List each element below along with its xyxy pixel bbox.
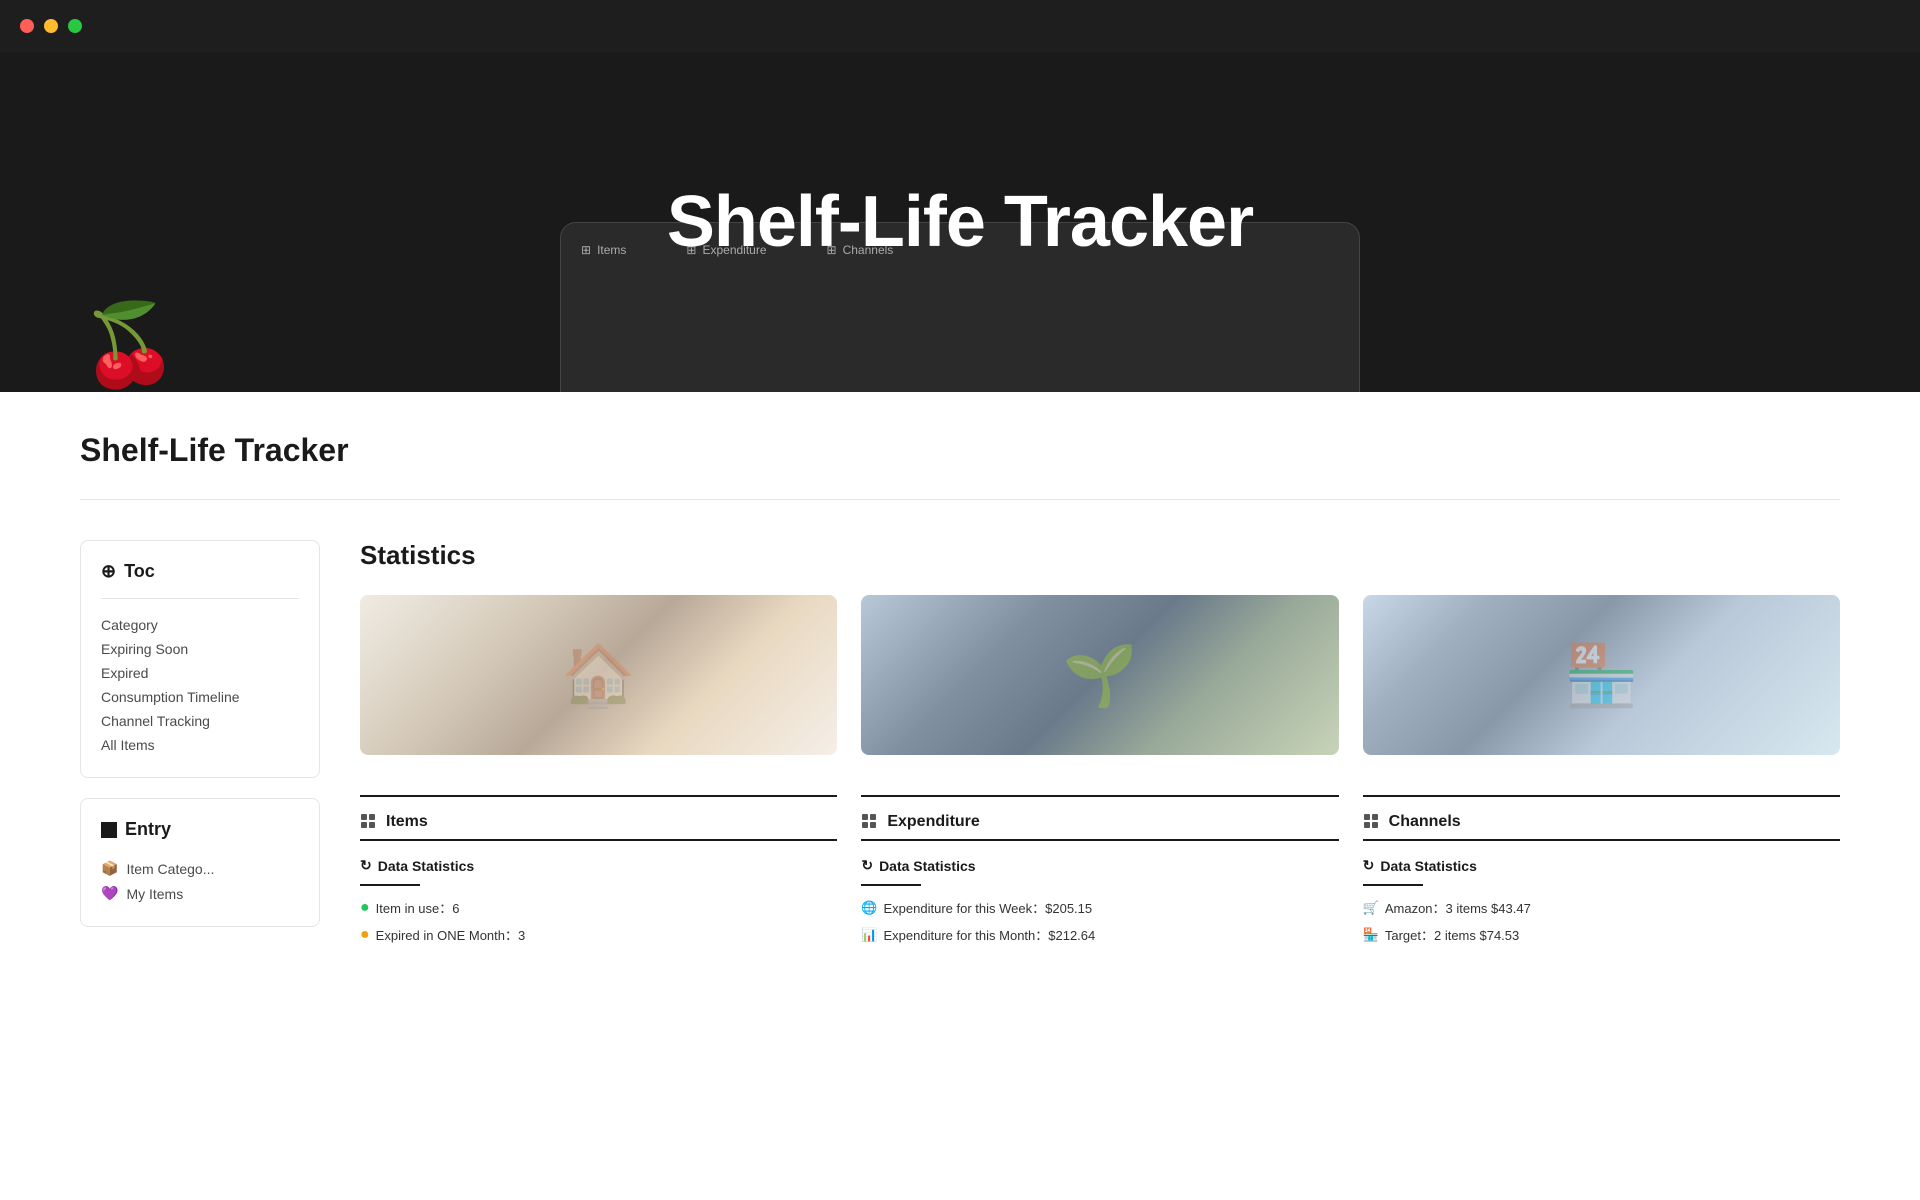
items-data-divider xyxy=(360,884,420,886)
entry-item-my-items[interactable]: 💜 My Items xyxy=(101,881,299,906)
orange-dot-0: ● xyxy=(360,926,370,944)
kitchen-image xyxy=(360,595,837,755)
category-emoji: 📦 xyxy=(101,860,118,877)
toc-card: ⊕ Toc Category Expiring Soon Expired Con… xyxy=(80,540,320,778)
amazon-icon: 🛒 xyxy=(1363,900,1379,916)
expenditure-icon-0: 🌐 xyxy=(861,900,877,916)
stats-columns: Items ↻ Data Statistics ● Item in use：6 … xyxy=(360,795,1840,952)
channels-column: Channels ↻ Data Statistics 🛒 Amazon：3 it… xyxy=(1363,795,1840,952)
channels-grid-icon xyxy=(1363,813,1381,831)
sidebar-item-all-items[interactable]: All Items xyxy=(101,733,299,757)
items-column-header: Items xyxy=(360,813,837,841)
entry-item-category[interactable]: 📦 Item Catego... xyxy=(101,856,299,881)
sidebar-item-consumption-timeline[interactable]: Consumption Timeline xyxy=(101,685,299,709)
image-row xyxy=(360,595,1840,755)
entry-icon xyxy=(101,822,117,838)
entry-title: Entry xyxy=(101,819,299,840)
expenditure-refresh-icon: ↻ xyxy=(861,857,873,874)
main-divider xyxy=(80,499,1840,500)
my-items-emoji: 💜 xyxy=(101,885,118,902)
maximize-button[interactable] xyxy=(68,19,82,33)
mockup-tab-items: ⊞Items xyxy=(581,243,626,257)
statistics-title: Statistics xyxy=(360,540,1840,571)
expenditure-icon-1: 📊 xyxy=(861,927,877,943)
channels-data-divider xyxy=(1363,884,1423,886)
sidebar-item-channel-tracking[interactable]: Channel Tracking xyxy=(101,709,299,733)
expenditure-column-header: Expenditure xyxy=(861,813,1338,841)
expenditure-column-label: Expenditure xyxy=(887,813,979,831)
expenditure-grid-icon xyxy=(861,813,879,831)
channels-column-header: Channels xyxy=(1363,813,1840,841)
hero-banner: Shelf-Life Tracker ⊞Items ⊞Expenditure ⊞… xyxy=(0,52,1920,392)
toc-divider xyxy=(101,598,299,599)
title-bar xyxy=(0,0,1920,52)
entry-card: Entry 📦 Item Catego... 💜 My Items xyxy=(80,798,320,927)
items-refresh-icon: ↻ xyxy=(360,857,372,874)
coins-image xyxy=(861,595,1338,755)
target-icon: 🏪 xyxy=(1363,927,1379,943)
channels-column-label: Channels xyxy=(1389,813,1461,831)
toc-icon: ⊕ xyxy=(101,561,116,582)
sidebar: ⊕ Toc Category Expiring Soon Expired Con… xyxy=(80,540,320,927)
channels-data-stats: ↻ Data Statistics xyxy=(1363,857,1840,874)
content-area: Statistics xyxy=(360,540,1840,952)
items-stat-1: ● Expired in ONE Month：3 xyxy=(360,925,837,944)
close-button[interactable] xyxy=(20,19,34,33)
channels-stat-0: 🛒 Amazon：3 items $43.47 xyxy=(1363,898,1840,917)
entry-item-my-items-label: My Items xyxy=(126,886,183,902)
green-dot-0: ● xyxy=(360,899,370,917)
expenditure-column: Expenditure ↻ Data Statistics 🌐 Expendit… xyxy=(861,795,1338,952)
store-image xyxy=(1363,595,1840,755)
items-column: Items ↻ Data Statistics ● Item in use：6 … xyxy=(360,795,837,952)
minimize-button[interactable] xyxy=(44,19,58,33)
sidebar-item-expired[interactable]: Expired xyxy=(101,661,299,685)
expenditure-stat-1: 📊 Expenditure for this Month：$212.64 xyxy=(861,925,1338,944)
sidebar-item-expiring-soon[interactable]: Expiring Soon xyxy=(101,637,299,661)
items-data-stats: ↻ Data Statistics xyxy=(360,857,837,874)
channels-stat-1: 🏪 Target：2 items $74.53 xyxy=(1363,925,1840,944)
channels-refresh-icon: ↻ xyxy=(1363,857,1375,874)
page-content: Shelf-Life Tracker ⊕ Toc Category Expiri… xyxy=(0,392,1920,992)
hero-title: Shelf-Life Tracker xyxy=(667,181,1253,263)
sidebar-item-category[interactable]: Category xyxy=(101,613,299,637)
expenditure-stat-0: 🌐 Expenditure for this Week：$205.15 xyxy=(861,898,1338,917)
main-layout: ⊕ Toc Category Expiring Soon Expired Con… xyxy=(80,540,1840,952)
cherry-decoration: 🍒 xyxy=(80,298,180,392)
toc-title: ⊕ Toc xyxy=(101,561,299,582)
expenditure-data-divider xyxy=(861,884,921,886)
items-grid-icon xyxy=(360,813,378,831)
items-stat-0: ● Item in use：6 xyxy=(360,898,837,917)
expenditure-data-stats: ↻ Data Statistics xyxy=(861,857,1338,874)
entry-item-category-label: Item Catego... xyxy=(126,861,214,877)
items-column-label: Items xyxy=(386,813,428,831)
page-title: Shelf-Life Tracker xyxy=(80,432,1840,469)
